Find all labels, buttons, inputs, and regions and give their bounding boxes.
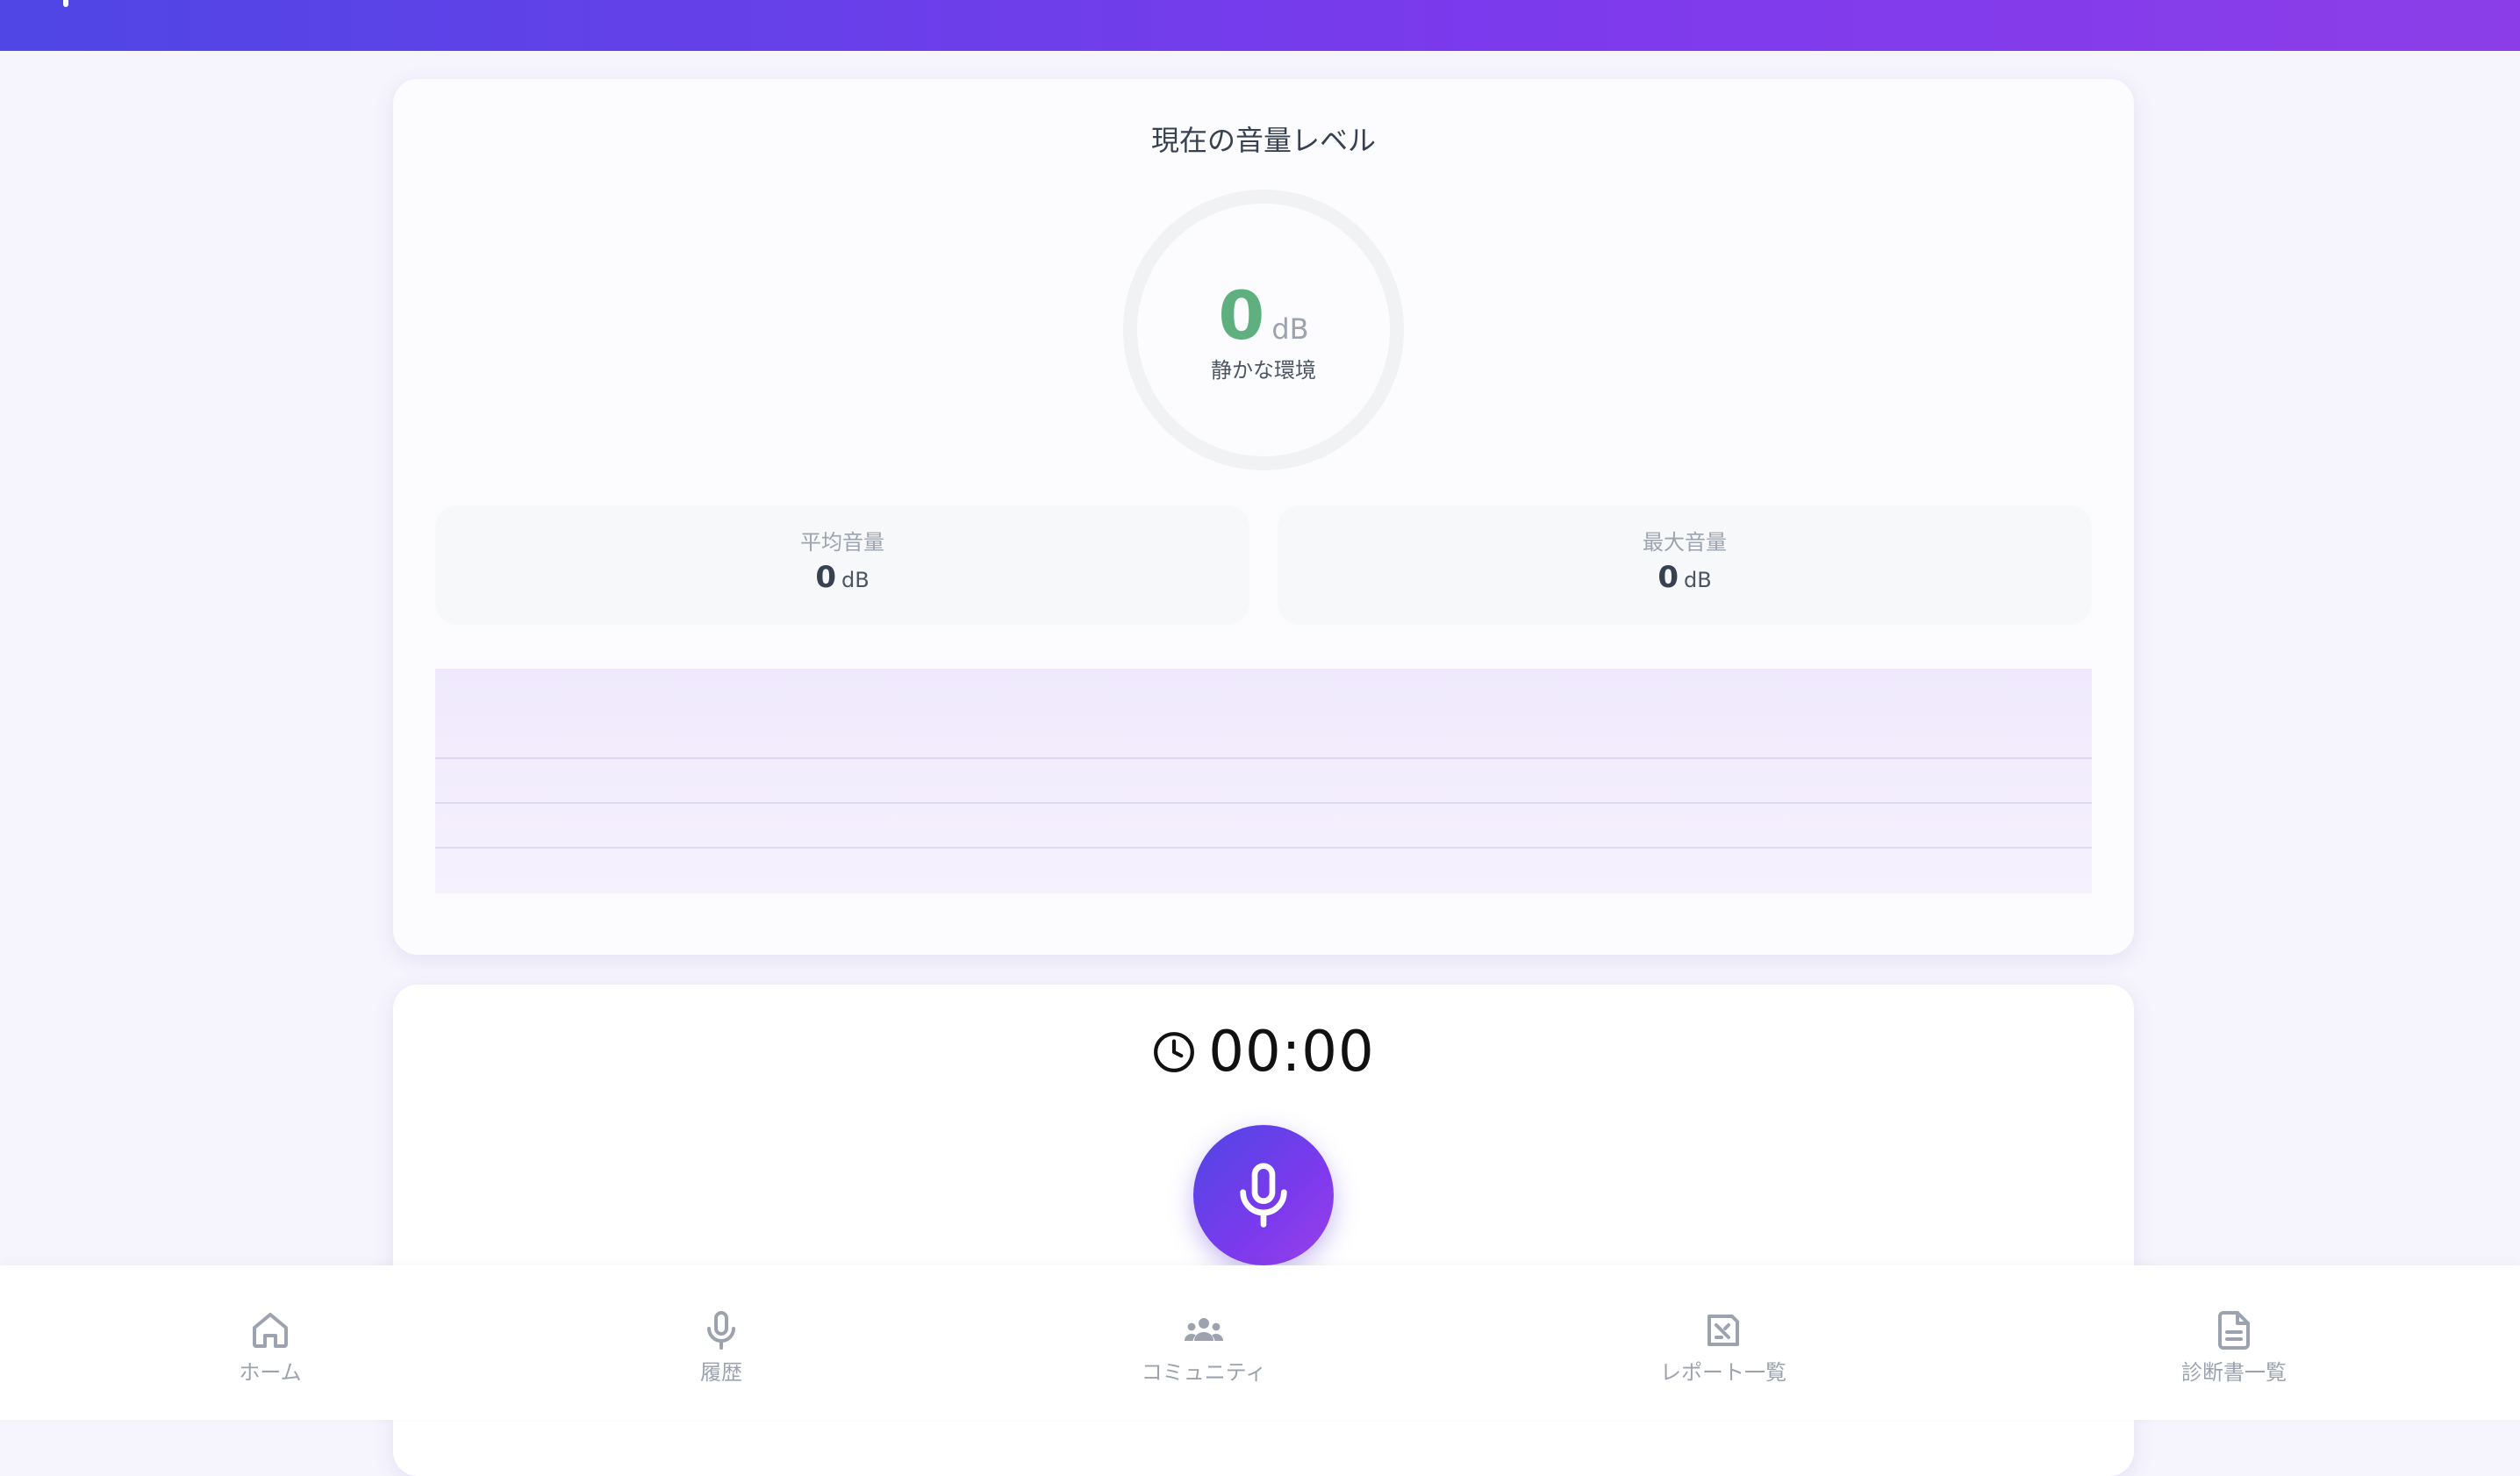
stat-value-row: 0 dB (1278, 560, 2092, 595)
timer-value: 00:00 (1208, 1020, 1375, 1085)
microphone-icon (1240, 1163, 1287, 1228)
chart-gridline (435, 757, 2092, 759)
max-volume-stat: 最大音量 0 dB (1278, 505, 2092, 625)
stat-label-max: 最大音量 (1643, 530, 1727, 555)
nav-label-diagnoses: 診断書一覧 (2181, 1360, 2287, 1385)
card-title: 現在の音量レベル (1150, 124, 1376, 157)
gauge-unit: dB (1271, 312, 1309, 346)
average-volume-stat: 平均音量 0 dB (435, 505, 1249, 625)
volume-gauge: 0 dB 静かな環境 (1123, 190, 1404, 470)
nav-item-reports[interactable]: レポート一覧 (1600, 1265, 1846, 1420)
nav-label-history: 履歴 (700, 1360, 742, 1385)
nav-item-community[interactable]: コミュニティ (1081, 1265, 1327, 1420)
chart-gridline (435, 847, 2092, 849)
recording-timer: 00:00 (393, 1020, 2134, 1085)
gauge-value: 0 (1218, 276, 1265, 355)
volume-waveform-chart (435, 669, 2092, 893)
stat-value-row: 0 dB (435, 560, 1249, 595)
gauge-value-row: 0 dB (1137, 281, 1390, 351)
report-icon (1707, 1315, 1739, 1346)
record-button[interactable] (1193, 1125, 1334, 1265)
nav-label-reports: レポート一覧 (1660, 1360, 1786, 1385)
max-volume-unit: dB (1683, 568, 1712, 592)
document-icon (2218, 1311, 2250, 1350)
home-icon (253, 1313, 288, 1348)
average-volume-unit: dB (841, 568, 870, 592)
gauge-status: 静かな環境 (1211, 358, 1316, 383)
header-logo-fragment (63, 0, 68, 7)
app-header (0, 0, 2520, 51)
chart-gridline (435, 802, 2092, 804)
average-volume-value: 0 (815, 560, 836, 595)
volume-level-card: 現在の音量レベル 0 dB 静かな環境 平均音量 0 dB 最大音量 0 dB (393, 79, 2134, 955)
max-volume-value: 0 (1657, 560, 1679, 595)
bottom-navigation: ホーム 履歴 コミュニティ レポート一覧 診断書一覧 (0, 1265, 2520, 1420)
clock-icon (1152, 1030, 1196, 1074)
nav-label-community: コミュニティ (1141, 1360, 1267, 1385)
stat-label-average: 平均音量 (800, 530, 884, 555)
nav-item-history[interactable]: 履歴 (598, 1265, 844, 1420)
users-icon (1185, 1318, 1223, 1341)
microphone-icon (707, 1311, 735, 1350)
nav-label-home: ホーム (239, 1360, 302, 1385)
nav-item-home[interactable]: ホーム (147, 1265, 393, 1420)
nav-item-diagnoses[interactable]: 診断書一覧 (2111, 1265, 2357, 1420)
